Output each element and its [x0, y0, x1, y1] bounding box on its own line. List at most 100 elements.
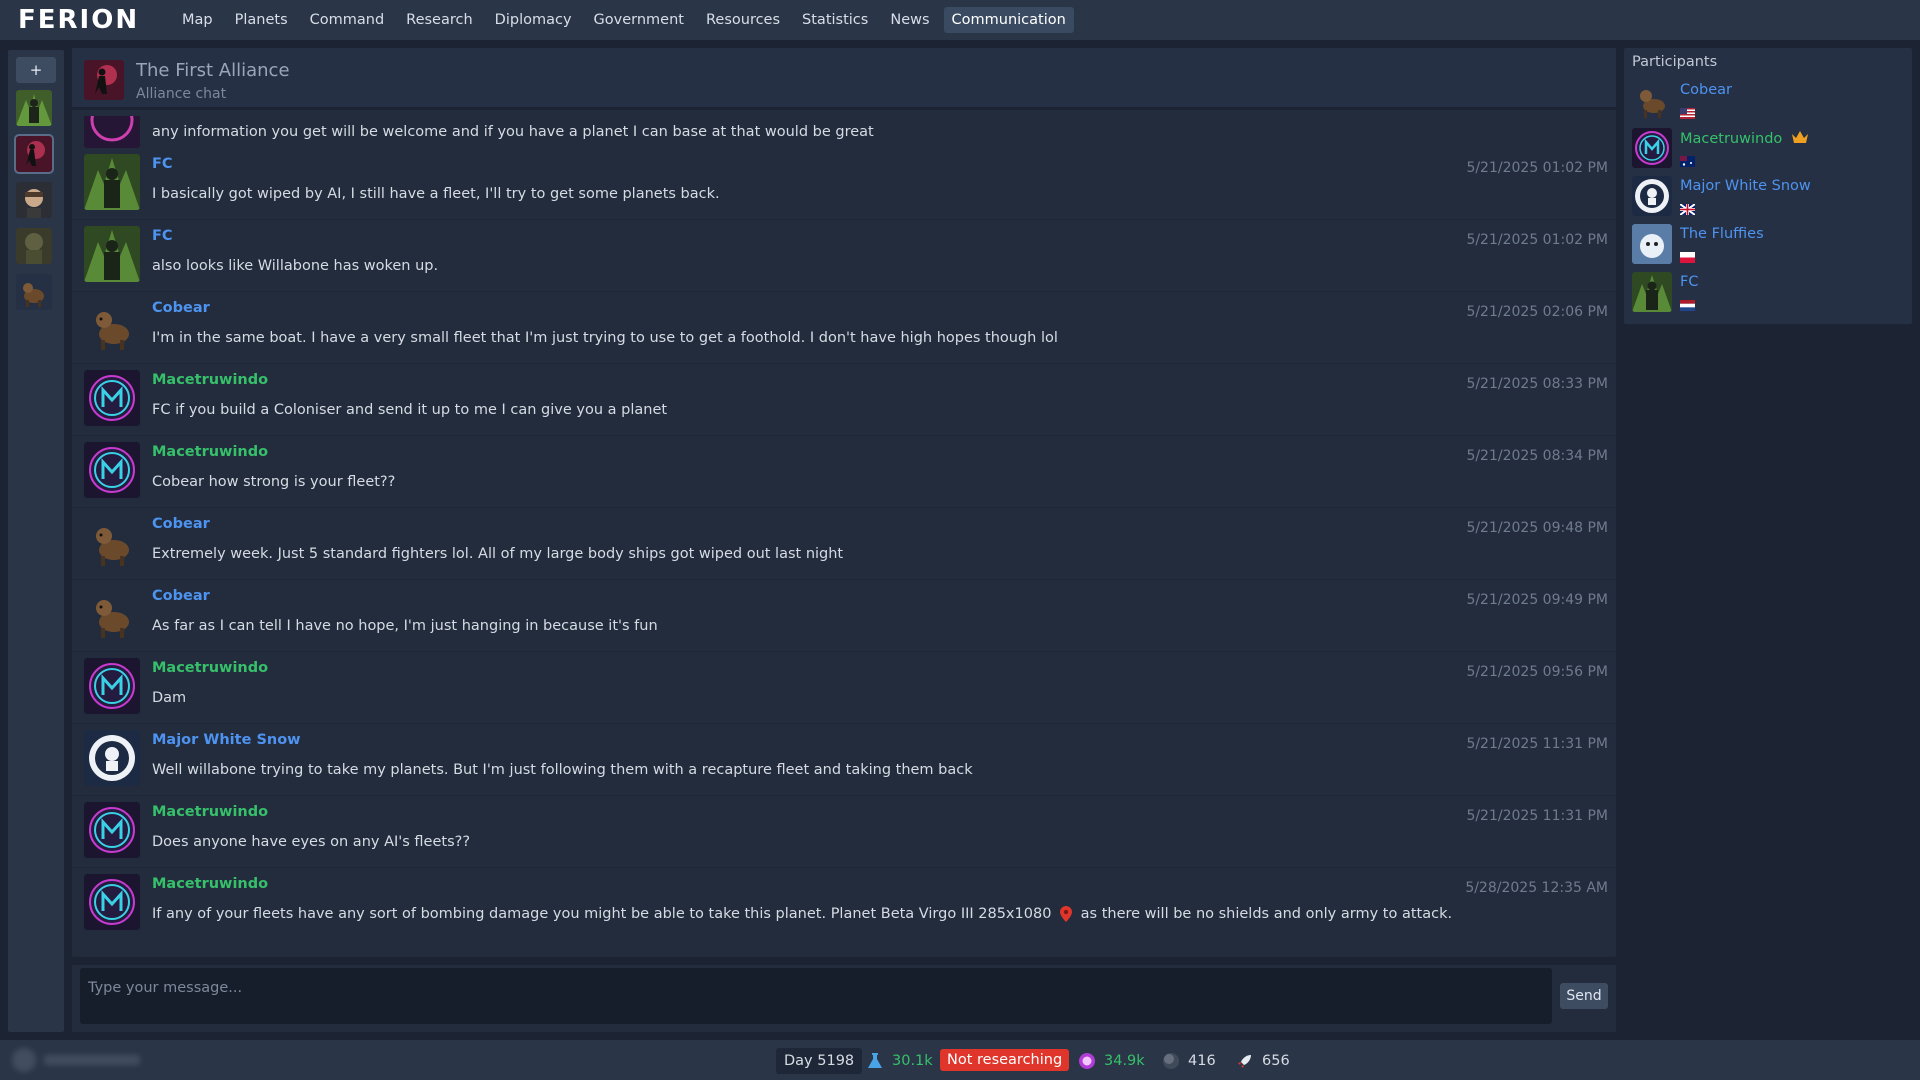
message-text: I basically got wiped by AI, I still hav…: [152, 186, 720, 202]
crown-icon: [1791, 130, 1809, 148]
participant-the-fluffies[interactable]: The Fluffies: [1632, 224, 1902, 268]
message-author[interactable]: Macetruwindo: [152, 660, 268, 676]
send-button[interactable]: Send: [1560, 983, 1608, 1009]
list-item: FC 5/21/2025 01:02 PM also looks like Wi…: [72, 220, 1616, 292]
avatar: [84, 658, 140, 714]
avatar: [84, 514, 140, 570]
message-time: 5/21/2025 08:33 PM: [1466, 376, 1608, 392]
message-text: If any of your fleets have any sort of b…: [152, 906, 1452, 922]
message-time: 5/21/2025 01:02 PM: [1466, 160, 1608, 176]
message-author[interactable]: Cobear: [152, 300, 210, 316]
participant-name[interactable]: Cobear: [1680, 82, 1732, 98]
message-time: 5/28/2025 12:35 AM: [1465, 880, 1608, 896]
message-author[interactable]: Major White Snow: [152, 732, 301, 748]
influence[interactable]: 34.9k: [1078, 1048, 1145, 1074]
message-text: Well willabone trying to take my planets…: [152, 762, 973, 778]
avatar: [1632, 80, 1672, 120]
avatar: [84, 442, 140, 498]
gb-flag-icon: [1679, 200, 1696, 216]
chat-panel: The First Alliance Alliance chat any inf…: [72, 48, 1616, 957]
participant-name[interactable]: Major White Snow: [1680, 178, 1811, 194]
research-points-value: 30.1k: [892, 1053, 933, 1069]
list-item: Cobear 5/21/2025 09:49 PM As far as I ca…: [72, 580, 1616, 652]
list-item: Cobear 5/21/2025 02:06 PM I'm in the sam…: [72, 292, 1616, 364]
ships-count[interactable]: 656: [1236, 1048, 1290, 1074]
avatar: [1632, 176, 1672, 216]
nav-statistics[interactable]: Statistics: [794, 7, 876, 33]
chat-subtitle: Alliance chat: [136, 86, 227, 102]
avatar: [84, 874, 140, 930]
app-logo[interactable]: FERION: [0, 0, 170, 40]
top-nav-bar: FERION Map Planets Command Research Dipl…: [0, 0, 1920, 40]
chat-avatar-cobear[interactable]: [16, 274, 52, 310]
participants-panel: Participants Cobear Macetruwindo Major W…: [1624, 48, 1912, 324]
chat-avatar-player[interactable]: [16, 182, 52, 218]
chat-avatar-fc[interactable]: [16, 90, 52, 126]
message-author[interactable]: Macetruwindo: [152, 444, 268, 460]
status-bar: Day 5198 30.1k Not researching 34.9k 416…: [0, 1040, 1920, 1080]
nl-flag-icon: [1680, 296, 1695, 311]
nav-communication[interactable]: Communication: [943, 7, 1074, 33]
planets-count[interactable]: 416: [1162, 1048, 1216, 1074]
message-composer: Send: [72, 965, 1616, 1032]
list-item: FC 5/21/2025 01:02 PM I basically got wi…: [72, 148, 1616, 220]
user-profile[interactable]: [10, 1046, 150, 1074]
message-author[interactable]: Cobear: [152, 516, 210, 532]
chat-avatar-soldier[interactable]: [16, 228, 52, 264]
list-item: Macetruwindo 5/28/2025 12:35 AM If any o…: [72, 868, 1616, 940]
list-item: Macetruwindo 5/21/2025 11:31 PM Does any…: [72, 796, 1616, 868]
main-nav: Map Planets Command Research Diplomacy G…: [174, 7, 1074, 33]
participant-name[interactable]: FC: [1680, 274, 1698, 290]
message-text: also looks like Willabone has woken up.: [152, 258, 439, 274]
list-item: Major White Snow 5/21/2025 11:31 PM Well…: [72, 724, 1616, 796]
message-time: 5/21/2025 11:31 PM: [1466, 808, 1608, 824]
nav-map[interactable]: Map: [174, 7, 221, 33]
chat-list-sidebar: +: [8, 50, 64, 1032]
nav-government[interactable]: Government: [586, 7, 692, 33]
rocket-icon: [1236, 1052, 1254, 1070]
message-author[interactable]: FC: [152, 228, 173, 244]
nav-resources[interactable]: Resources: [698, 7, 788, 33]
nav-diplomacy[interactable]: Diplomacy: [487, 7, 580, 33]
message-input[interactable]: [80, 968, 1552, 1024]
participant-name[interactable]: Macetruwindo: [1680, 130, 1809, 148]
new-chat-button[interactable]: +: [16, 57, 56, 83]
nav-planets[interactable]: Planets: [227, 7, 296, 33]
message-time: 5/21/2025 01:02 PM: [1466, 232, 1608, 248]
message-time: 5/21/2025 08:34 PM: [1466, 448, 1608, 464]
participant-name-text: Macetruwindo: [1680, 131, 1783, 147]
participant-major-white-snow[interactable]: Major White Snow: [1632, 176, 1902, 220]
research-status-badge[interactable]: Not researching: [940, 1049, 1070, 1071]
message-text: As far as I can tell I have no hope, I'm…: [152, 618, 658, 634]
avatar: [84, 116, 140, 148]
message-text-before: If any of your fleets have any sort of b…: [152, 906, 1052, 922]
message-time: 5/21/2025 02:06 PM: [1466, 304, 1608, 320]
message-author[interactable]: Macetruwindo: [152, 372, 268, 388]
chat-avatar-alliance[interactable]: [14, 134, 54, 174]
message-author[interactable]: Macetruwindo: [152, 876, 268, 892]
message-author[interactable]: Cobear: [152, 588, 210, 604]
chat-header: The First Alliance Alliance chat: [72, 48, 1616, 110]
influence-value: 34.9k: [1104, 1053, 1145, 1069]
message-author[interactable]: Macetruwindo: [152, 804, 268, 820]
participant-cobear[interactable]: Cobear: [1632, 80, 1902, 124]
research-points[interactable]: 30.1k: [866, 1048, 933, 1074]
message-text: any information you get will be welcome …: [152, 124, 874, 140]
list-item: any information you get will be welcome …: [72, 116, 1616, 148]
avatar: [84, 730, 140, 786]
participant-name[interactable]: The Fluffies: [1680, 226, 1764, 242]
message-list[interactable]: any information you get will be welcome …: [72, 116, 1616, 946]
chat-title: The First Alliance: [136, 60, 290, 81]
nav-command[interactable]: Command: [302, 7, 393, 33]
avatar: [84, 298, 140, 354]
nav-news[interactable]: News: [882, 7, 937, 33]
participant-fc[interactable]: FC: [1632, 272, 1902, 316]
day-counter: Day 5198: [776, 1048, 863, 1074]
avatar: [1632, 128, 1672, 168]
participant-macetruwindo[interactable]: Macetruwindo: [1632, 128, 1902, 172]
nav-research[interactable]: Research: [398, 7, 481, 33]
map-pin-icon[interactable]: [1060, 906, 1073, 922]
message-author[interactable]: FC: [152, 156, 173, 172]
planets-value: 416: [1188, 1053, 1216, 1069]
pl-flag-icon: [1680, 248, 1695, 263]
